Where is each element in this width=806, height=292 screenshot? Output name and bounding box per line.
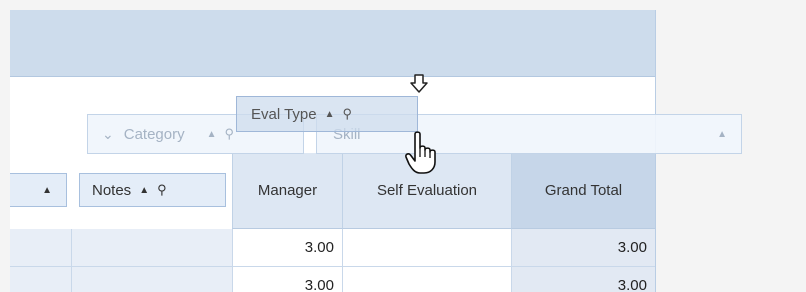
- sort-ascending-icon: ▲: [206, 128, 217, 140]
- drop-indicator-arrow-icon: [410, 74, 428, 93]
- eval-type-label: Eval Type: [251, 105, 317, 123]
- sort-ascending-icon[interactable]: ▲: [139, 185, 149, 196]
- filter-pin-icon: ⚲: [342, 106, 353, 121]
- cell-value: 3.00: [304, 277, 334, 292]
- cell-value: 3.00: [617, 239, 647, 256]
- row-header-cell: [71, 267, 232, 292]
- sort-ascending-icon: ▲: [324, 108, 335, 120]
- table-cell-self-evaluation[interactable]: [342, 267, 511, 292]
- filter-pin-icon: ⚲: [224, 126, 235, 141]
- notes-field-button[interactable]: Notes ▲ ⚲: [79, 173, 226, 207]
- cell-value: 3.00: [304, 239, 334, 256]
- sort-ascending-icon: ▲: [42, 184, 52, 196]
- category-field-label: Category: [123, 125, 185, 143]
- table-cell-grand-total[interactable]: 3.00: [511, 229, 655, 267]
- row-header-cell: [10, 267, 71, 292]
- table-cell-grand-total[interactable]: 3.00: [511, 267, 655, 292]
- sort-ascending-icon: ▲: [717, 128, 727, 140]
- row-header-cell: [71, 229, 232, 267]
- column-header-label: Manager: [257, 182, 318, 199]
- row-field-button-partial[interactable]: ▲: [10, 173, 67, 207]
- hand-cursor-icon: [405, 131, 436, 174]
- column-header-manager[interactable]: Manager: [232, 153, 342, 229]
- table-cell-manager[interactable]: 3.00: [232, 229, 342, 267]
- dragging-field-eval-type[interactable]: Eval Type ▲ ⚲: [236, 96, 418, 132]
- pivot-header-area: [10, 10, 655, 77]
- column-header-label: Self Evaluation: [376, 182, 478, 199]
- filter-pin-icon[interactable]: ⚲: [157, 182, 167, 198]
- table-cell-manager[interactable]: 3.00: [232, 267, 342, 292]
- chevron-down-icon: ⌄: [102, 125, 114, 142]
- column-header-grand-total[interactable]: Grand Total: [511, 153, 655, 229]
- cell-value: 3.00: [617, 277, 647, 292]
- column-header-label: Grand Total: [544, 182, 623, 199]
- table-cell-self-evaluation[interactable]: [342, 229, 511, 267]
- notes-field-label: Notes: [92, 181, 132, 199]
- row-header-cell: [10, 229, 71, 267]
